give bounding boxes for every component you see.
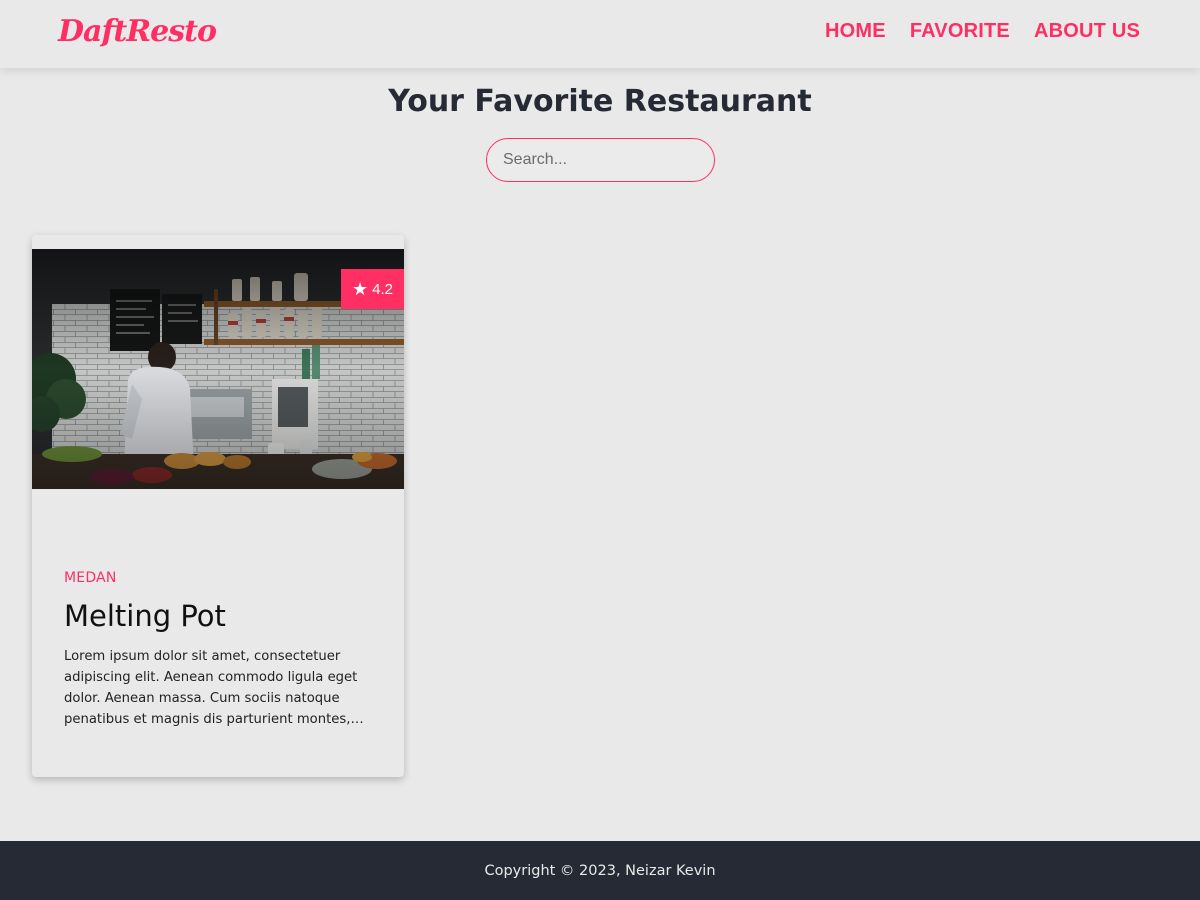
restaurant-city: MEDAN [64, 570, 117, 586]
main-nav: HOME FAVORITE ABOUT US [825, 20, 1140, 43]
copyright-text: Copyright © 2023, Neizar Kevin [484, 862, 716, 879]
page-title: Your Favorite Restaurant [388, 84, 812, 119]
restaurant-name[interactable]: Melting Pot [64, 599, 226, 633]
brand-logo[interactable]: DaftResto [58, 14, 217, 49]
rating-badge: ★ 4.2 [341, 269, 404, 309]
app-footer: Copyright © 2023, Neizar Kevin [0, 841, 1200, 900]
search-input[interactable] [486, 138, 715, 182]
nav-item-favorite: FAVORITE [910, 20, 1010, 43]
rating-value: 4.2 [372, 280, 393, 298]
nav-link-home[interactable]: HOME [825, 20, 886, 42]
star-icon: ★ [352, 279, 369, 299]
nav-item-about: ABOUT US [1034, 20, 1140, 43]
nav-link-about-us[interactable]: ABOUT US [1034, 20, 1140, 42]
nav-item-home: HOME [825, 20, 886, 43]
app-header: DaftResto HOME FAVORITE ABOUT US [0, 0, 1200, 68]
nav-link-favorite[interactable]: FAVORITE [910, 20, 1010, 42]
restaurant-description: Lorem ipsum dolor sit amet, consectetuer… [64, 649, 358, 727]
restaurant-card[interactable]: ★ 4.2 MEDAN Melting Pot Lorem ipsum dolo… [32, 235, 404, 777]
